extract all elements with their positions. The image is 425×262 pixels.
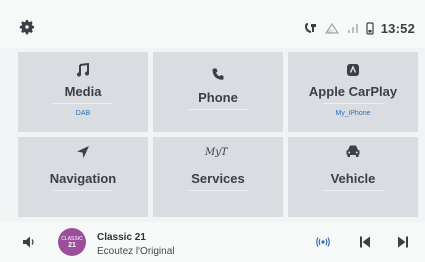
tile-label: Services [191,171,245,186]
phone-key-icon [304,23,316,33]
media-source-label: DAB [75,110,91,117]
status-indicators: 4G 13:52 [303,20,415,36]
tile-label: Phone [198,90,238,105]
divider [53,190,113,191]
car-icon [346,145,360,157]
radio-broadcast-icon[interactable] [315,235,331,249]
next-track-button[interactable] [397,235,409,249]
station-slogan: Ecoutez l'Original [97,246,175,257]
services-logo-icon: MyT [204,147,229,158]
tile-media[interactable]: Media DAB [18,52,148,132]
station-logo: CLASSIC 21 [58,228,86,256]
carplay-device-label: My_iPhone [335,110,371,117]
tile-label: Vehicle [330,171,376,186]
tile-navigation[interactable]: Navigation [18,137,148,217]
station-name: Classic 21 [97,232,146,243]
tile-vehicle[interactable]: Vehicle [288,137,418,217]
tile-phone[interactable]: Phone [153,52,283,132]
station-logo-text-bottom: 21 [68,241,76,249]
status-bar: 4G 13:52 [0,0,425,48]
tile-services[interactable]: MyT Services [153,137,283,217]
divider [323,190,383,191]
divider [53,103,113,104]
network-signal-icon: 4G [324,22,339,34]
divider [188,190,248,191]
tile-label: Media [64,84,102,99]
divider [323,103,383,104]
head-unit-screen: 4G 13:52 Media DAB Phone Apple CarPlay M… [0,0,425,262]
gear-icon[interactable] [18,18,36,36]
tile-label: Apple CarPlay [308,84,398,99]
signal-bars-icon [347,24,358,33]
now-playing-bar: CLASSIC 21 Classic 21 Ecoutez l'Original [0,222,425,262]
clock: 13:52 [380,20,415,36]
music-note-icon [77,63,89,77]
divider [188,109,248,110]
navigation-arrow-icon [77,146,89,158]
previous-track-button[interactable] [359,235,371,249]
phone-icon [212,68,224,80]
tile-label: Navigation [49,171,117,186]
volume-icon[interactable] [22,235,36,249]
phone-battery-icon [366,21,374,35]
svg-text:4G: 4G [328,29,334,34]
tile-apple-carplay[interactable]: Apple CarPlay My_iPhone [288,52,418,132]
carplay-icon [347,64,359,76]
services-logo-text: MyT [204,147,229,158]
